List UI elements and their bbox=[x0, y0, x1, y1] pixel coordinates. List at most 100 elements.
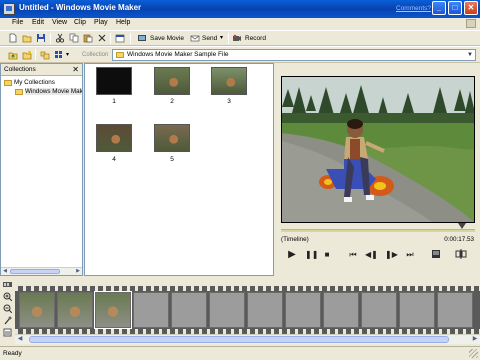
window-title: Untitled - Windows Movie Maker bbox=[19, 3, 142, 12]
cut-icon[interactable] bbox=[55, 33, 65, 43]
split-clip-icon[interactable] bbox=[455, 249, 467, 261]
storyboard-clip[interactable] bbox=[19, 292, 55, 328]
record-icon[interactable] bbox=[232, 33, 242, 43]
delete-icon[interactable] bbox=[97, 33, 107, 43]
seek-slider-thumb[interactable] bbox=[458, 223, 466, 229]
record-narration-icon[interactable] bbox=[3, 316, 12, 325]
save-movie-button[interactable]: Save Movie bbox=[150, 35, 184, 42]
previous-frame-icon[interactable]: ⏮ bbox=[347, 249, 359, 261]
collections-header: Collections ✕ bbox=[1, 64, 82, 76]
storyboard-empty-slot[interactable] bbox=[171, 292, 207, 328]
clips-pane: 1 2 3 4 5 bbox=[84, 63, 274, 276]
storyboard-clip[interactable] bbox=[57, 292, 93, 328]
collections-toggle-icon[interactable] bbox=[40, 50, 50, 60]
storyboard-empty-slot[interactable] bbox=[285, 292, 321, 328]
zoom-in-icon[interactable] bbox=[3, 292, 13, 302]
menu-clip[interactable]: Clip bbox=[74, 19, 86, 26]
close-button[interactable]: ✕ bbox=[464, 1, 478, 15]
resize-grip-icon[interactable] bbox=[469, 349, 478, 358]
clip-label: 3 bbox=[227, 98, 231, 105]
views-dropdown-arrow-icon[interactable]: ▾ bbox=[66, 51, 69, 58]
collections-scrollbar[interactable]: ◀ ▶ bbox=[1, 267, 82, 275]
properties-icon[interactable] bbox=[115, 33, 125, 43]
zoom-out-icon[interactable] bbox=[3, 304, 13, 314]
scroll-thumb[interactable] bbox=[29, 336, 449, 343]
menu-edit[interactable]: Edit bbox=[32, 19, 44, 26]
scroll-left-icon[interactable]: ◀ bbox=[15, 335, 25, 344]
video-frame bbox=[282, 77, 474, 222]
timeline-label: (Timeline) bbox=[281, 236, 309, 243]
clip-label: 5 bbox=[170, 156, 174, 163]
clip-thumbnail[interactable] bbox=[154, 124, 190, 152]
paste-icon[interactable] bbox=[83, 33, 93, 43]
new-collection-icon[interactable] bbox=[22, 50, 32, 60]
scroll-left-icon[interactable]: ◀ bbox=[1, 268, 9, 275]
minimize-button[interactable]: _ bbox=[432, 1, 446, 15]
save-icon[interactable] bbox=[36, 33, 46, 43]
main-toolbar: Save Movie Send ▾ Record bbox=[0, 30, 480, 46]
seek-bar[interactable] bbox=[281, 229, 475, 232]
storyboard-tools bbox=[0, 278, 15, 346]
collections-pane: Collections ✕ My Collections Windows Mov… bbox=[0, 63, 83, 276]
storyboard-empty-slot[interactable] bbox=[323, 292, 359, 328]
storyboard-scrollbar[interactable]: ◀ ▶ bbox=[15, 334, 480, 344]
scroll-right-icon[interactable]: ▶ bbox=[470, 335, 480, 344]
play-icon[interactable]: ▶ bbox=[286, 249, 298, 261]
clip-thumbnail[interactable] bbox=[96, 124, 132, 152]
next-frame-icon[interactable]: ⏭ bbox=[404, 249, 416, 261]
send-button[interactable]: Send bbox=[202, 35, 217, 42]
current-time: 0:00:17.53 bbox=[444, 236, 474, 243]
menu-play[interactable]: Play bbox=[94, 19, 108, 26]
timeline-toggle-icon[interactable] bbox=[3, 280, 12, 289]
movie-maker-icon[interactable] bbox=[3, 3, 15, 15]
set-audio-levels-icon[interactable] bbox=[3, 328, 12, 337]
up-folder-icon[interactable] bbox=[8, 50, 18, 60]
storyboard-empty-slot[interactable] bbox=[247, 292, 283, 328]
menu-view[interactable]: View bbox=[52, 19, 67, 26]
chevron-down-icon[interactable]: ▼ bbox=[465, 50, 475, 60]
clip-thumbnail[interactable] bbox=[96, 67, 132, 95]
open-icon[interactable] bbox=[22, 33, 32, 43]
title-bar[interactable]: Untitled - Windows Movie Maker Comments?… bbox=[0, 0, 480, 18]
send-icon[interactable] bbox=[190, 33, 200, 43]
collection-toolbar: ▾ Collection Windows Movie Maker Sample … bbox=[0, 46, 480, 63]
folder-icon bbox=[116, 52, 124, 58]
menu-help[interactable]: Help bbox=[116, 19, 130, 26]
stop-icon[interactable]: ■ bbox=[322, 249, 332, 261]
scroll-thumb[interactable] bbox=[10, 269, 60, 274]
storyboard-clip[interactable] bbox=[94, 291, 132, 329]
pause-icon[interactable]: ❚❚ bbox=[305, 249, 318, 261]
rewind-icon[interactable]: ◀❚ bbox=[365, 249, 378, 261]
close-icon[interactable]: ✕ bbox=[72, 65, 79, 74]
maximize-button[interactable]: □ bbox=[448, 1, 462, 15]
collections-title: Collections bbox=[4, 66, 36, 73]
storyboard-empty-slot[interactable] bbox=[399, 292, 435, 328]
storyboard-empty-slot[interactable] bbox=[437, 292, 473, 328]
storyboard-filmstrip bbox=[15, 286, 480, 334]
new-icon[interactable] bbox=[8, 33, 18, 43]
menu-file[interactable]: File bbox=[12, 19, 23, 26]
collection-dropdown[interactable]: Windows Movie Maker Sample File ▼ bbox=[112, 49, 476, 61]
tree-item-my-collections[interactable]: My Collections bbox=[14, 79, 55, 86]
preview-monitor-pane: (Timeline) 0:00:17.53 ▶ ❚❚ ■ ⏮ ◀❚ ❚▶ ⏭ bbox=[276, 63, 480, 276]
collection-selected: Windows Movie Maker Sample File bbox=[127, 51, 229, 58]
storyboard-empty-slot[interactable] bbox=[209, 292, 245, 328]
clip-label: 4 bbox=[112, 156, 116, 163]
tree-item-sample-file[interactable]: Windows Movie Maker Sample File bbox=[25, 88, 82, 95]
full-screen-icon[interactable] bbox=[431, 249, 441, 261]
clip-thumbnail[interactable] bbox=[211, 67, 247, 95]
comments-link[interactable]: Comments? bbox=[396, 5, 431, 12]
storyboard-empty-slot[interactable] bbox=[361, 292, 397, 328]
record-button[interactable]: Record bbox=[245, 35, 266, 42]
clip-thumbnail[interactable] bbox=[154, 67, 190, 95]
storyboard-empty-slot[interactable] bbox=[133, 292, 169, 328]
clip-label: 2 bbox=[170, 98, 174, 105]
scroll-right-icon[interactable]: ▶ bbox=[74, 268, 82, 275]
folder-icon bbox=[15, 89, 23, 95]
forward-icon[interactable]: ❚▶ bbox=[385, 249, 398, 261]
views-icon[interactable] bbox=[54, 50, 64, 60]
copy-icon[interactable] bbox=[69, 33, 79, 43]
save-movie-icon[interactable] bbox=[137, 33, 147, 43]
folder-icon bbox=[4, 80, 12, 86]
send-dropdown-arrow-icon[interactable]: ▾ bbox=[220, 34, 223, 41]
